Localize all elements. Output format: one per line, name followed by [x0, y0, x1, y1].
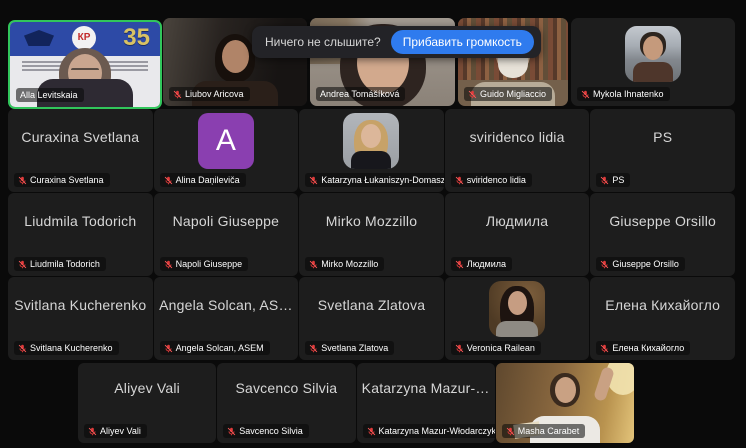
- name-label: Svitlana Kucherenko: [14, 341, 119, 355]
- name-label: Giuseppe Orsillo: [596, 257, 685, 271]
- muted-mic-icon: [227, 427, 236, 436]
- muted-mic-icon: [468, 90, 477, 99]
- muted-mic-icon: [173, 90, 182, 99]
- participant-tile-angela-solcan[interactable]: Angela Solcan, AS… Angela Solcan, ASEM: [154, 277, 299, 360]
- muted-mic-icon: [581, 90, 590, 99]
- profile-photo-avatar: [343, 113, 399, 169]
- muted-mic-icon: [600, 176, 609, 185]
- display-name: sviridenco lidia: [445, 129, 590, 145]
- muted-mic-icon: [164, 260, 173, 269]
- participants-grid: Curaxina Svetlana Curaxina Svetlana A Al…: [8, 109, 735, 360]
- name-label: Aliyev Vali: [84, 424, 147, 438]
- muted-mic-icon: [367, 427, 376, 436]
- display-name: Svetlana Zlatova: [299, 297, 444, 313]
- muted-mic-icon: [455, 260, 464, 269]
- participant-tile-liudmila-todorich[interactable]: Liudmila Todorich Liudmila Todorich: [8, 193, 153, 276]
- name-label: Alina Daņileviča: [160, 173, 246, 187]
- participant-tile-veronica-railean[interactable]: Veronica Railean: [445, 277, 590, 360]
- audio-notification: Ничего не слышите? Прибавить громкость: [252, 26, 541, 58]
- participant-tile-savcenco-silvia[interactable]: Savcenco Silvia Savcenco Silvia: [217, 363, 355, 443]
- name-label: Елена Кихайогло: [596, 341, 690, 355]
- muted-mic-icon: [18, 176, 27, 185]
- participant-tile-svetlana-zlatova[interactable]: Svetlana Zlatova Svetlana Zlatova: [299, 277, 444, 360]
- display-name: Aliyev Vali: [78, 380, 216, 396]
- muted-mic-icon: [164, 344, 173, 353]
- glasses: [71, 68, 99, 76]
- display-name: Svitlana Kucherenko: [8, 297, 153, 313]
- participant-tile-giuseppe-orsillo[interactable]: Giuseppe Orsillo Giuseppe Orsillo: [590, 193, 735, 276]
- display-name: Curaxina Svetlana: [8, 129, 153, 145]
- notification-text: Ничего не слышите?: [265, 35, 381, 49]
- name-label: Alla Levitskaia: [16, 88, 84, 102]
- name-label: Liudmila Todorich: [14, 257, 106, 271]
- display-name: Елена Кихайогло: [590, 297, 735, 313]
- participant-tile-svitlana-kucherenko[interactable]: Svitlana Kucherenko Svitlana Kucherenko: [8, 277, 153, 360]
- name-label: Mirko Mozzillo: [305, 257, 384, 271]
- display-name: PS: [590, 129, 735, 145]
- banner-logo: КР: [72, 26, 96, 50]
- name-label: Savcenco Silvia: [223, 424, 309, 438]
- participant-tile-sviridenco-lidia[interactable]: sviridenco lidia sviridenco lidia: [445, 109, 590, 192]
- display-name: Mirko Mozzillo: [299, 213, 444, 229]
- participant-tile-mirko-mozzillo[interactable]: Mirko Mozzillo Mirko Mozzillo: [299, 193, 444, 276]
- name-label: sviridenco lidia: [451, 173, 532, 187]
- name-label: Masha Carabet: [502, 424, 586, 438]
- profile-photo-avatar: [489, 281, 545, 337]
- name-label: Svetlana Zlatova: [305, 341, 394, 355]
- participant-tile-elena-kihayoglo[interactable]: Елена Кихайогло Елена Кихайогло: [590, 277, 735, 360]
- participant-tile-katarzyna-mazur[interactable]: Katarzyna Mazur-… Katarzyna Mazur-Włodar…: [357, 363, 495, 443]
- display-name: Savcenco Silvia: [217, 380, 355, 396]
- participant-tile-alina-danilevica[interactable]: A Alina Daņileviča: [154, 109, 299, 192]
- banner-anniversary-number: 35: [123, 24, 150, 52]
- muted-mic-icon: [455, 344, 464, 353]
- graduation-cap-icon: [24, 30, 54, 46]
- participants-bottom-row: Aliyev Vali Aliyev Vali Savcenco Silvia …: [78, 363, 634, 443]
- display-name: Liudmila Todorich: [8, 213, 153, 229]
- display-name: Giuseppe Orsillo: [590, 213, 735, 229]
- display-name: Angela Solcan, AS…: [154, 297, 299, 313]
- display-name: Napoli Giuseppe: [154, 213, 299, 229]
- muted-mic-icon: [455, 176, 464, 185]
- increase-volume-button[interactable]: Прибавить громкость: [391, 30, 534, 54]
- name-label: Людмила: [451, 257, 512, 271]
- name-label: Liubov Aricova: [169, 87, 250, 101]
- name-label: PS: [596, 173, 630, 187]
- participant-tile-mykola-ihnatenko[interactable]: Mykola Ihnatenko: [571, 18, 735, 106]
- participant-tile-ps[interactable]: PS PS: [590, 109, 735, 192]
- display-name: Katarzyna Mazur-…: [357, 380, 495, 396]
- muted-mic-icon: [309, 344, 318, 353]
- muted-mic-icon: [600, 260, 609, 269]
- muted-mic-icon: [309, 176, 318, 185]
- profile-photo-avatar: [625, 26, 681, 82]
- name-label: Mykola Ihnatenko: [577, 87, 670, 101]
- participant-tile-napoli-giuseppe[interactable]: Napoli Giuseppe Napoli Giuseppe: [154, 193, 299, 276]
- name-label: Napoli Giuseppe: [160, 257, 249, 271]
- participant-tile-liudmila[interactable]: Людмила Людмила: [445, 193, 590, 276]
- muted-mic-icon: [18, 344, 27, 353]
- name-label: Veronica Railean: [451, 341, 541, 355]
- muted-mic-icon: [164, 176, 173, 185]
- name-label: Andrea Tomášíková: [316, 87, 405, 101]
- participant-tile-curaxina-svetlana[interactable]: Curaxina Svetlana Curaxina Svetlana: [8, 109, 153, 192]
- display-name: Людмила: [445, 213, 590, 229]
- name-label: Guido Migliaccio: [464, 87, 552, 101]
- participant-tile-alla-levitskaia[interactable]: КР 35 Alla Levitskaia: [8, 20, 162, 109]
- muted-mic-icon: [18, 260, 27, 269]
- muted-mic-icon: [600, 344, 609, 353]
- participant-tile-masha-carabet[interactable]: Masha Carabet: [496, 363, 634, 443]
- letter-avatar: A: [198, 113, 254, 169]
- muted-mic-icon: [88, 427, 97, 436]
- muted-mic-icon: [309, 260, 318, 269]
- participant-tile-katarzyna-lukaniszyn[interactable]: Katarzyna Łukaniszyn-Domasz…: [299, 109, 444, 192]
- name-label: Curaxina Svetlana: [14, 173, 110, 187]
- name-label: Katarzyna Mazur-Włodarczyk: [363, 424, 495, 438]
- name-label: Angela Solcan, ASEM: [160, 341, 270, 355]
- name-label: Katarzyna Łukaniszyn-Domasz…: [305, 173, 444, 187]
- participant-tile-aliyev-vali[interactable]: Aliyev Vali Aliyev Vali: [78, 363, 216, 443]
- muted-mic-icon: [506, 427, 515, 436]
